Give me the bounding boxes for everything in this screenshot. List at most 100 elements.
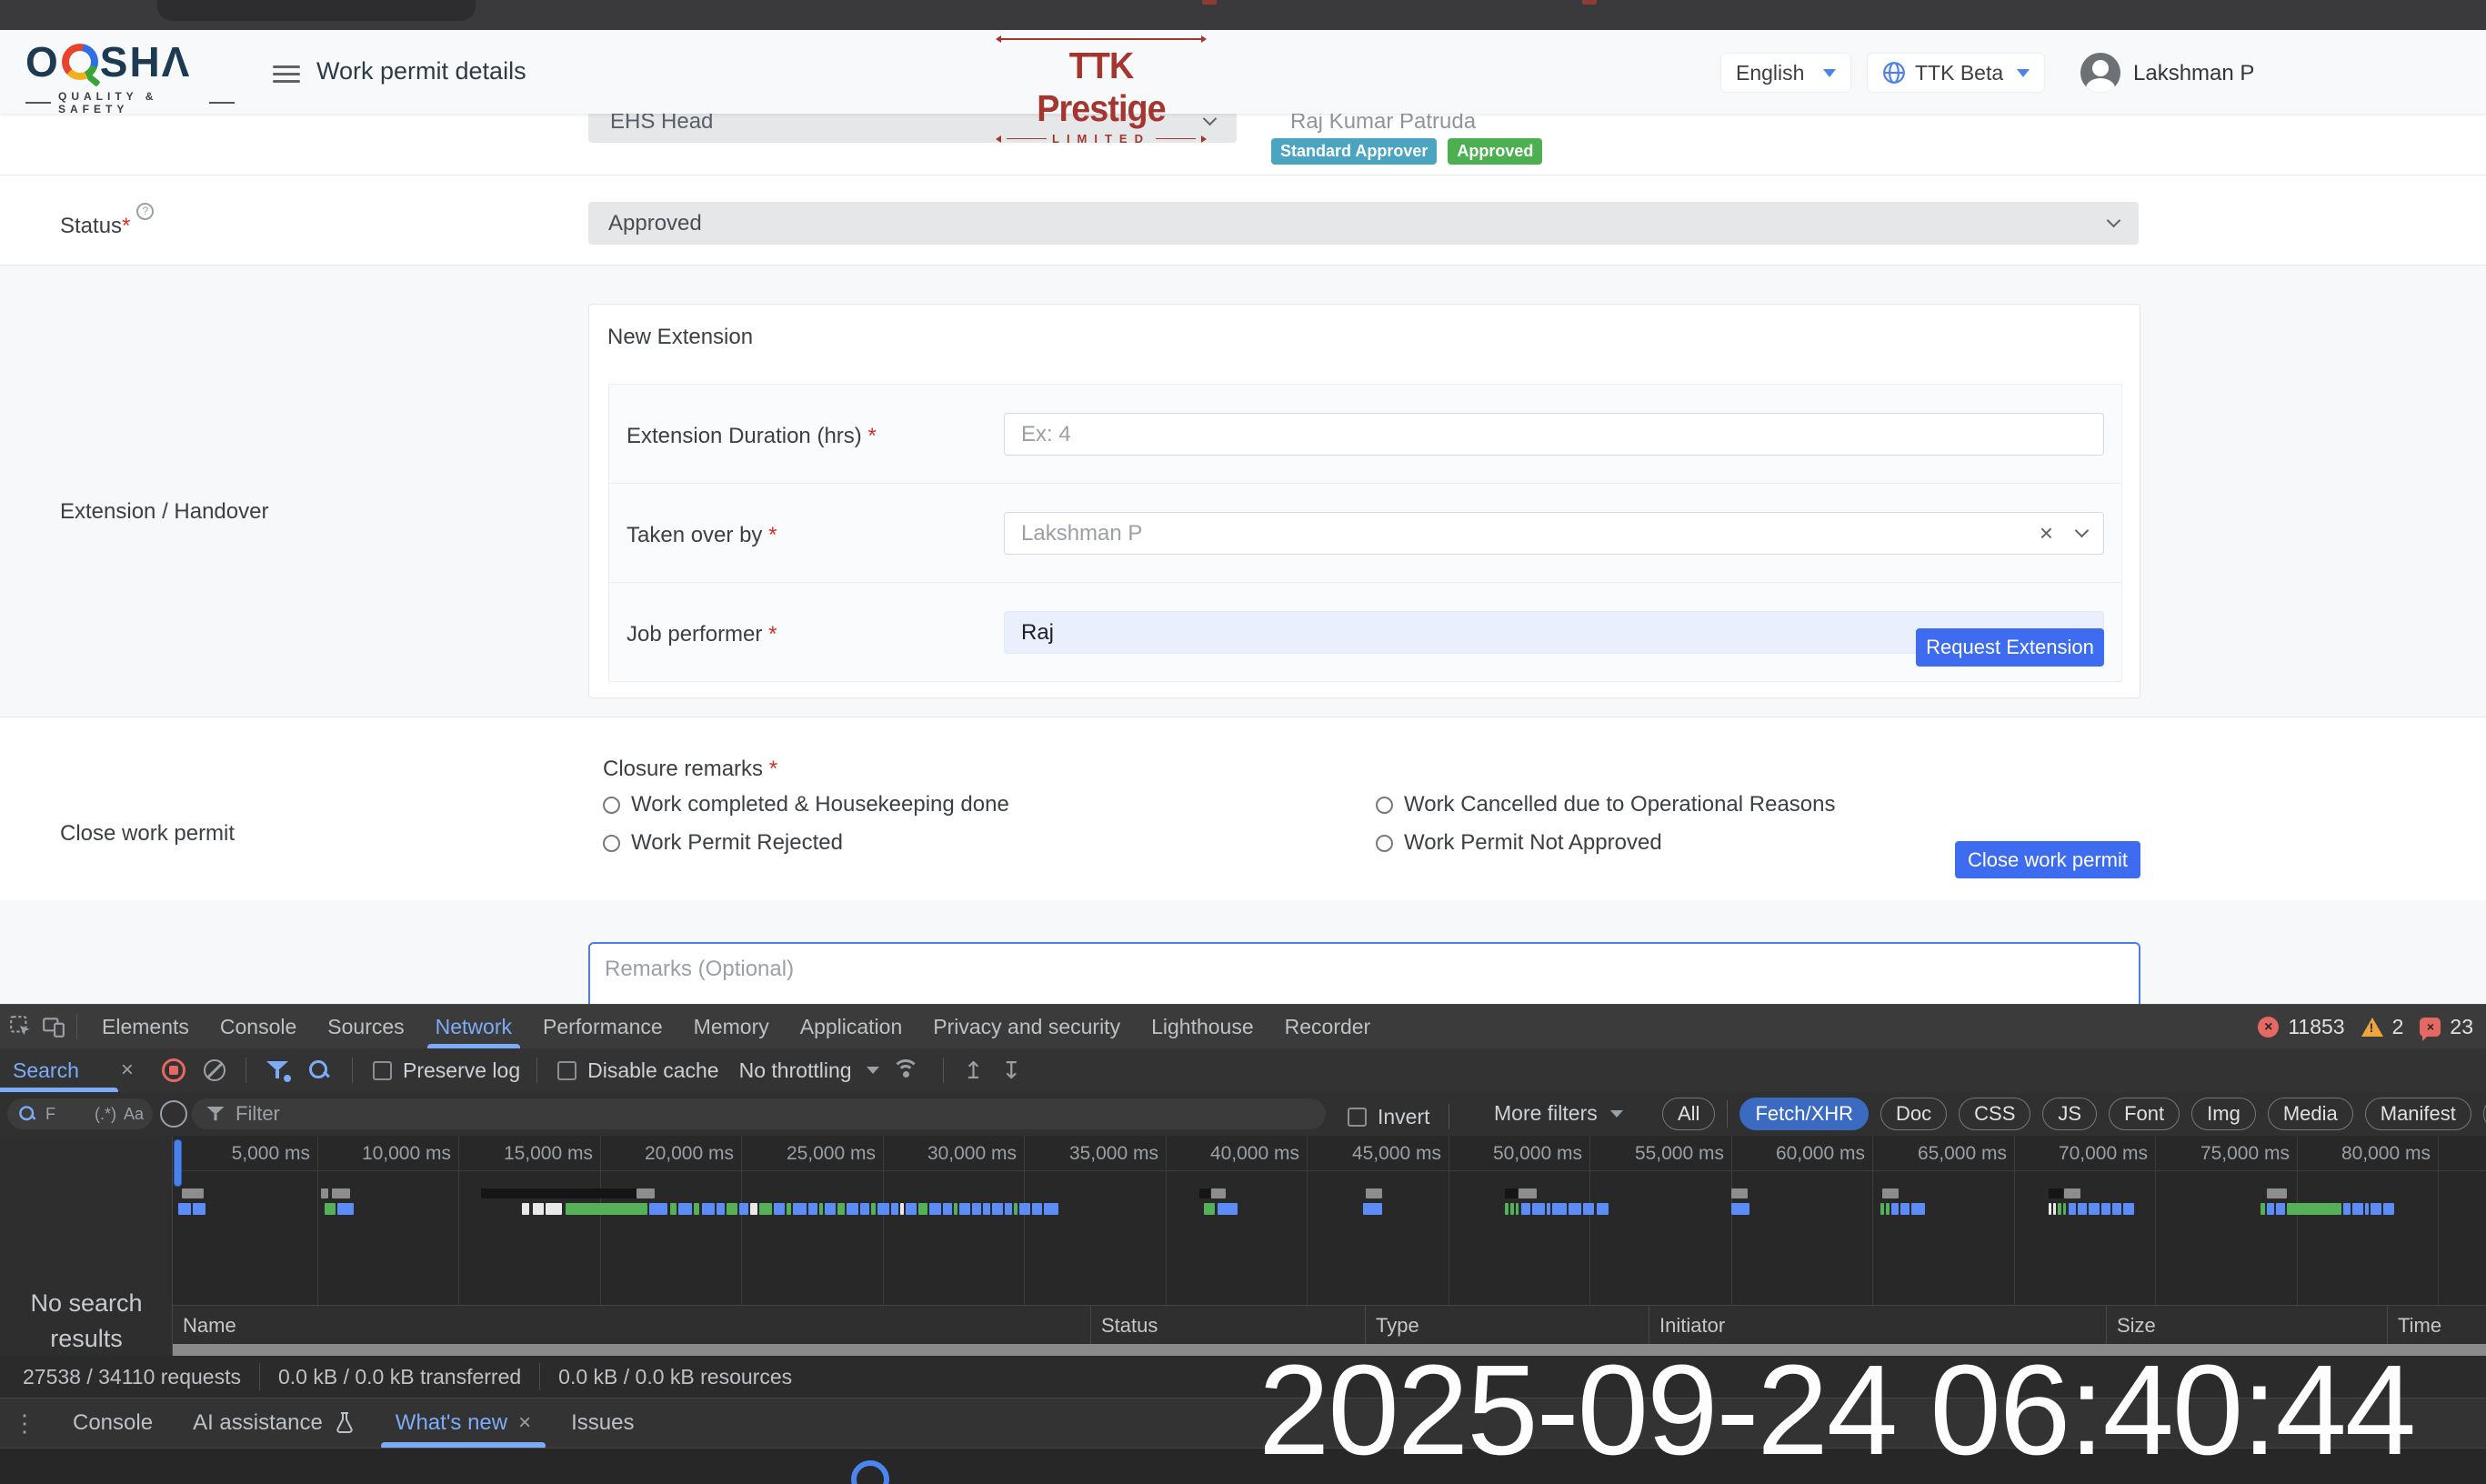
radio-icon[interactable] [1376, 835, 1393, 852]
column-header-name[interactable]: Name [173, 1306, 1090, 1345]
workspace-select[interactable]: TTK Beta [1868, 54, 2044, 92]
devtools-tab-performance[interactable]: Performance [527, 1005, 678, 1048]
chevron-down-icon [2107, 214, 2121, 228]
top-cutoff-row: EHS Head Raj Kumar Patruda Standard Appr… [0, 114, 2486, 175]
work-permit-app: OSHΛ QUALITY & SAFETY Work permit detail… [0, 30, 2486, 1004]
invert-label: Invert [1378, 1105, 1430, 1129]
close-work-permit-button[interactable]: Close work permit [1955, 841, 2140, 878]
refresh-icon[interactable] [160, 1100, 187, 1128]
chip-all[interactable]: All [1662, 1098, 1715, 1130]
chip-js[interactable]: JS [2042, 1098, 2097, 1130]
search-panel-input[interactable]: F (.*) Aa [7, 1098, 153, 1129]
network-filter-input[interactable]: Filter [192, 1098, 1326, 1129]
devtools-tab-recorder[interactable]: Recorder [1269, 1005, 1387, 1048]
language-select[interactable]: English [1721, 54, 1850, 92]
drawer-tab-issues[interactable]: Issues [551, 1399, 654, 1448]
devtools-tab-elements[interactable]: Elements [86, 1005, 205, 1048]
chip-media[interactable]: Media [2268, 1098, 2353, 1130]
waterfall-segment [1211, 1188, 1226, 1198]
waterfall-segment [1218, 1203, 1238, 1215]
network-conditions-icon[interactable] [892, 1059, 919, 1081]
waterfall-segment [1363, 1203, 1382, 1215]
waterfall-segment [2260, 1203, 2265, 1215]
devtools-tab-console[interactable]: Console [205, 1005, 312, 1048]
kebab-menu-icon[interactable]: ⋮ [0, 1409, 53, 1438]
waterfall-segment [2069, 1203, 2076, 1215]
devtools-tab-network[interactable]: Network [420, 1005, 527, 1048]
device-toolbar-icon[interactable] [40, 1013, 67, 1040]
closure-radio-option[interactable]: Work Permit Not Approved [1376, 830, 1836, 856]
status-badge: Approved [1448, 138, 1542, 165]
export-har-icon[interactable]: ↧ [1001, 1058, 1021, 1082]
chip-manifest[interactable]: Manifest [2365, 1098, 2471, 1130]
approver-badges: Standard ApproverApproved [1271, 138, 1542, 165]
radio-icon[interactable] [1376, 797, 1393, 814]
preserve-log-checkbox[interactable] [373, 1061, 392, 1080]
chip-css[interactable]: CSS [1959, 1098, 2030, 1130]
ttk-prestige-logo: TTK Prestige LIMITED [996, 35, 1207, 145]
devtools-tab-memory[interactable]: Memory [678, 1005, 785, 1048]
clear-icon[interactable] [204, 1059, 226, 1081]
disable-cache-checkbox[interactable] [557, 1061, 576, 1080]
chip-fetch-xhr[interactable]: Fetch/XHR [1739, 1098, 1869, 1130]
regex-toggle[interactable]: (.*) [95, 1105, 116, 1124]
chip-img[interactable]: Img [2191, 1098, 2256, 1130]
radio-icon[interactable] [603, 797, 620, 814]
waterfall-segment [983, 1203, 990, 1215]
closure-radio-option[interactable]: Work completed & Housekeeping done [603, 792, 1376, 817]
status-select[interactable]: Approved [588, 202, 2139, 245]
flask-icon [334, 1411, 356, 1435]
remarks-textarea[interactable]: Remarks (Optional) [588, 942, 2140, 1004]
extension-duration-input[interactable]: Ex: 4 [1004, 413, 2104, 456]
chevron-down-icon [867, 1067, 879, 1074]
search-icon[interactable] [308, 1059, 330, 1081]
timeline-tick-label: 25,000 ms [730, 1143, 876, 1165]
menu-icon[interactable] [273, 61, 300, 87]
waterfall-segment [1516, 1203, 1519, 1215]
clear-icon[interactable]: × [2040, 519, 2053, 547]
chevron-down-icon [1823, 69, 1836, 77]
avatar[interactable] [2080, 53, 2120, 93]
devtools-counters[interactable]: × 11853 2 × 23 [2258, 1015, 2486, 1039]
waterfall-segment [1014, 1203, 1017, 1215]
throttling-select[interactable]: No throttling [739, 1058, 879, 1083]
waterfall-segment [793, 1203, 807, 1215]
inspect-icon[interactable] [7, 1013, 35, 1040]
devtools-tab-sources[interactable]: Sources [312, 1005, 419, 1048]
closure-radio-option[interactable]: Work Cancelled due to Operational Reason… [1376, 792, 1836, 817]
import-har-icon[interactable]: ↥ [964, 1058, 984, 1082]
taken-over-by-select[interactable]: Lakshman P × [1004, 512, 2104, 555]
more-filters-button[interactable]: More filters [1494, 1101, 1623, 1126]
match-case-toggle[interactable]: Aa [124, 1105, 144, 1124]
chip-font[interactable]: Font [2109, 1098, 2180, 1130]
waterfall-segment [1019, 1203, 1030, 1215]
help-icon[interactable]: ? [136, 203, 154, 220]
devtools-tab-application[interactable]: Application [785, 1005, 918, 1048]
drawer-tab-console[interactable]: Console [53, 1399, 173, 1448]
language-value: English [1736, 61, 1804, 85]
closure-radio-option[interactable]: Work Permit Rejected [603, 830, 1376, 856]
waterfall-segment [1891, 1203, 1899, 1215]
request-extension-button[interactable]: Request Extension [1916, 628, 2104, 667]
devtools-tab-privacy-and-security[interactable]: Privacy and security [917, 1005, 1136, 1048]
devtools-tab-lighthouse[interactable]: Lighthouse [1136, 1005, 1269, 1048]
waterfall-segment [325, 1203, 336, 1215]
waterfall-segment [1882, 1188, 1899, 1198]
filter-toggle-icon[interactable] [266, 1059, 288, 1081]
waterfall-segment [2287, 1203, 2341, 1215]
record-icon[interactable] [162, 1058, 185, 1082]
waterfall-segment [2063, 1203, 2066, 1215]
drawer-tab-ai-assistance[interactable]: AI assistance [173, 1399, 376, 1448]
workspace-value: TTK Beta [1915, 61, 2003, 85]
invert-checkbox[interactable] [1348, 1108, 1367, 1127]
page-title: Work permit details [316, 57, 526, 85]
close-icon[interactable]: × [518, 1410, 531, 1436]
drawer-tab-what-s-new[interactable]: What's new× [376, 1399, 551, 1448]
search-tab[interactable]: Search × [0, 1048, 142, 1092]
waterfall-segment [2049, 1188, 2063, 1198]
network-timeline[interactable]: 5,000 ms10,000 ms15,000 ms20,000 ms25,00… [173, 1136, 2486, 1305]
radio-icon[interactable] [603, 835, 620, 852]
close-icon[interactable]: × [121, 1058, 134, 1083]
chip-doc[interactable]: Doc [1880, 1098, 1947, 1130]
waterfall-segment [637, 1188, 655, 1198]
